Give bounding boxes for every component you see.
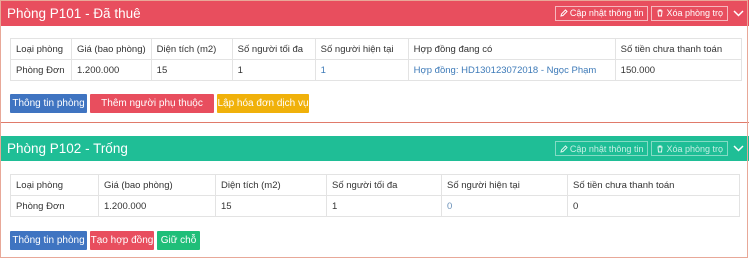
cell-area: 15 [150,59,233,81]
col-unpaid: Số tiền chưa thanh toán [614,38,743,60]
trash-icon [657,9,663,17]
table-row: Phòng Đơn 1.200.000 15 1 0 0 [10,195,740,217]
update-room-button-p101[interactable]: Cập nhật thông tin [554,5,649,21]
delete-room-button-p102[interactable]: Xóa phòng trọ [651,141,728,156]
contract-link[interactable]: Hợp đồng: HD130123072018 - Ngọc Phạm [407,59,616,81]
room-panel-p102: Phòng P102 - Trống Cập nhật thông tin Xó… [1,136,749,258]
trash-icon [657,145,663,152]
col-price: Giá (bao phòng) [71,38,152,60]
col-max-people: Số người tối đa [326,174,442,196]
add-dependent-button[interactable]: Thêm người phụ thuộc [90,94,214,113]
room-info-button[interactable]: Thông tin phòng [10,94,87,113]
room-info-table-p101: Loại phòng Giá (bao phòng) Diện tích (m2… [10,38,743,81]
cell-price: 1.200.000 [71,59,152,81]
panel-separator [1,124,749,135]
cell-unpaid: 150.000 [614,59,743,81]
table-header-row: Loại phòng Giá (bao phòng) Diện tích (m2… [10,174,740,196]
cell-current-people: 0 [441,195,568,217]
room-header-p101: Phòng P101 - Đã thuê Cập nhật thông tin … [1,0,749,26]
col-current-people: Số người hiện tại [441,174,568,196]
col-max-people: Số người tối đa [231,38,316,60]
delete-room-button-p101[interactable]: Xóa phòng trọ [651,5,728,21]
cell-max-people: 1 [231,59,316,81]
cell-unpaid: 0 [567,195,740,217]
col-area: Diện tích (m2) [150,38,233,60]
update-room-label: Cập nhật thông tin [569,143,644,154]
delete-room-label: Xóa phòng trọ [666,8,723,18]
chevron-down-icon[interactable] [731,6,745,20]
room-info-button[interactable]: Thông tin phòng [10,231,87,250]
table-header-row: Loại phòng Giá (bao phòng) Diện tích (m2… [10,38,743,60]
cell-current-people[interactable]: 1 [314,59,409,81]
chevron-down-icon[interactable] [731,142,745,156]
room-header-p102: Phòng P102 - Trống Cập nhật thông tin Xó… [1,136,749,161]
room-title-p101: Phòng P101 - Đã thuê [7,5,141,21]
room-actions-p101: Thông tin phòng Thêm người phụ thuộc Lập… [10,94,312,113]
room-panel-p101: Phòng P101 - Đã thuê Cập nhật thông tin … [1,0,749,123]
pencil-icon [560,9,568,17]
create-contract-button[interactable]: Tạo hợp đồng [90,231,154,250]
table-row: Phòng Đơn 1.200.000 15 1 1 Hợp đồng: HD1… [10,59,743,81]
pencil-icon [560,144,568,153]
cell-area: 15 [215,195,327,217]
service-invoice-button[interactable]: Lập hóa đơn dịch vụ [217,94,309,113]
update-room-button-p102[interactable]: Cập nhật thông tin [554,141,649,156]
cell-price: 1.200.000 [98,195,216,217]
hold-room-button[interactable]: Giữ chỗ [157,231,200,250]
cell-max-people: 1 [326,195,442,217]
col-unpaid: Số tiền chưa thanh toán [567,174,740,196]
col-current-people: Số người hiện tại [314,38,409,60]
room-title-p102: Phòng P102 - Trống [7,141,128,156]
room-actions-p102: Thông tin phòng Tạo hợp đồng Giữ chỗ [10,231,203,250]
cell-room-type: Phòng Đơn [10,195,99,217]
update-room-label: Cập nhật thông tin [569,8,644,18]
room-info-table-p102: Loại phòng Giá (bao phòng) Diện tích (m2… [10,174,740,217]
col-price: Giá (bao phòng) [98,174,216,196]
col-area: Diện tích (m2) [215,174,327,196]
col-contract: Hợp đồng đang có [407,38,616,60]
delete-room-label: Xóa phòng trọ [666,143,723,154]
col-room-type: Loại phòng [10,38,72,60]
cell-room-type: Phòng Đơn [10,59,72,81]
col-room-type: Loại phòng [10,174,99,196]
